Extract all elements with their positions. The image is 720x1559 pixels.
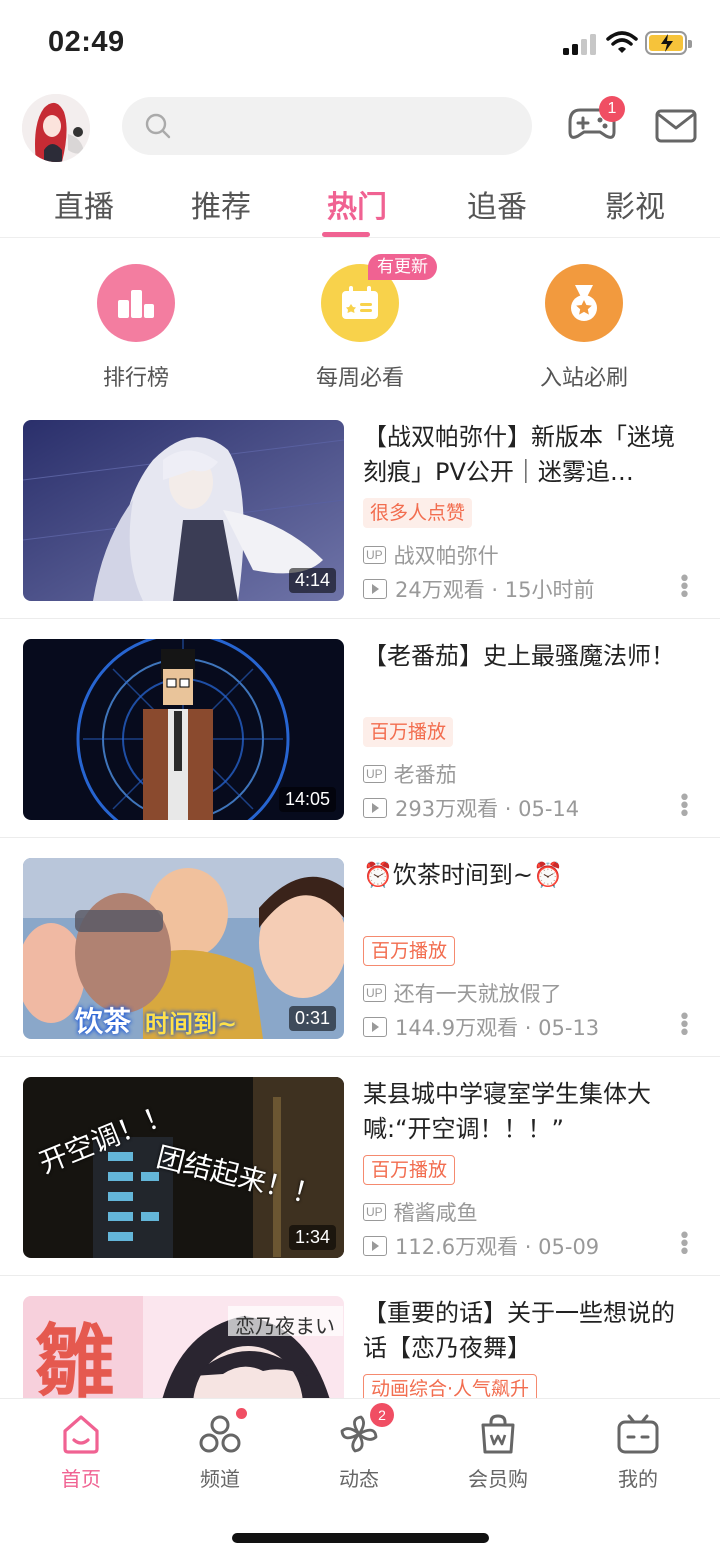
channel-dot-badge (236, 1408, 247, 1419)
tab-live[interactable]: 直播 (34, 182, 134, 226)
quick-link-label: 每周必看 (315, 366, 404, 391)
nav-profile[interactable]: 我的 (578, 1413, 698, 1492)
video-duration: 0:31 (288, 1006, 336, 1031)
quick-link-weekly[interactable]: 每周必看 (270, 264, 450, 392)
tab-recommend[interactable]: 推荐 (171, 182, 271, 226)
podium-icon (97, 264, 175, 342)
quick-link-label: 入站必刷 (539, 366, 628, 391)
user-avatar[interactable] (22, 94, 90, 162)
quick-link-ranking[interactable]: 排行榜 (46, 264, 226, 392)
shopping-bag-icon (481, 1414, 515, 1454)
status-bar: 02:49 (0, 0, 720, 86)
video-card[interactable]: 4:14 【战双帕弥什】新版本「迷境刻痕」PV公开｜迷雾追… 很多人点赞 UP 战… (0, 400, 720, 619)
nav-home[interactable]: 首页 (21, 1413, 141, 1492)
play-count-icon (363, 1236, 387, 1256)
thumbnail-caption: 恋乃夜まい (235, 1314, 335, 1338)
video-thumbnail[interactable]: 开空调！！ 团结起来！！ 1:34 (23, 1077, 344, 1258)
video-tag: 百万播放 (363, 1155, 456, 1185)
video-duration: 14:05 (278, 787, 336, 812)
status-time: 02:49 (48, 26, 125, 58)
video-title[interactable]: 某县城中学寝室学生集体大喊:“开空调！！！” (363, 1077, 693, 1147)
nav-label: 动态 (339, 1467, 379, 1491)
view-row: 24万观看 · 15小时前 (363, 574, 594, 604)
uploader-name: 战双帕弥什 (393, 544, 499, 568)
view-count: 144.9万观看 · 05-13 (395, 1016, 600, 1040)
video-title[interactable]: ⏰饮茶时间到~⏰ (363, 858, 693, 893)
tv-icon (617, 1414, 659, 1454)
view-count: 293万观看 · 05-14 (395, 797, 580, 821)
video-duration: 1:34 (288, 1225, 336, 1250)
uploader-name: 老番茄 (393, 763, 457, 787)
nav-dynamic[interactable]: 动态 (299, 1413, 419, 1492)
nav-label: 首页 (61, 1467, 101, 1491)
video-tag: 很多人点赞 (363, 498, 473, 528)
dynamic-count-badge: 2 (370, 1403, 394, 1427)
nav-label: 我的 (618, 1467, 658, 1491)
up-icon: UP (363, 1203, 386, 1221)
quick-link-label: 排行榜 (102, 366, 169, 391)
play-count-icon (363, 579, 387, 599)
more-options-icon[interactable]: • • • (678, 1007, 691, 1045)
battery-icon (645, 31, 692, 55)
view-row: 112.6万观看 · 05-09 (363, 1231, 599, 1261)
active-tab-indicator (322, 232, 370, 237)
message-icon[interactable] (655, 109, 697, 143)
uploader-row: UP 稽酱咸鱼 (363, 1197, 478, 1227)
uploader-name: 还有一天就放假了 (393, 982, 562, 1006)
quick-links: 排行榜 每周必看 入站必刷 (0, 240, 720, 400)
wifi-icon (606, 31, 638, 53)
video-title[interactable]: 【重要的话】关于一些想说的话【恋乃夜舞】 (363, 1296, 693, 1366)
uploader-row: UP 老番茄 (363, 759, 457, 789)
uploader-name: 稽酱咸鱼 (393, 1201, 478, 1225)
channel-icon (199, 1415, 241, 1453)
video-duration: 4:14 (288, 568, 336, 593)
nav-channel[interactable]: 频道 (160, 1413, 280, 1492)
video-thumbnail[interactable]: 14:05 (23, 639, 344, 820)
video-card[interactable]: 饮茶 时间到~ 0:31 ⏰饮茶时间到~⏰ 百万播放 UP 还有一天就放假了 14… (0, 838, 720, 1057)
tab-anime[interactable]: 追番 (447, 182, 547, 226)
nav-member-shop[interactable]: 会员购 (438, 1413, 558, 1492)
view-row: 144.9万观看 · 05-13 (363, 1012, 599, 1042)
play-count-icon (363, 798, 387, 818)
channel-tabs: 直播 推荐 热门 追番 影视 (0, 166, 720, 238)
home-indicator[interactable] (232, 1533, 489, 1543)
notification-badge: 1 (599, 96, 625, 122)
medal-icon (545, 264, 623, 342)
up-icon: UP (363, 546, 386, 564)
uploader-row: UP 还有一天就放假了 (363, 978, 562, 1008)
cellular-signal-icon (563, 33, 599, 55)
video-card[interactable]: 开空调！！ 团结起来！！ 1:34 某县城中学寝室学生集体大喊:“开空调！！！”… (0, 1057, 720, 1276)
video-thumbnail[interactable]: 饮茶 时间到~ 0:31 (23, 858, 344, 1039)
nav-label: 频道 (200, 1467, 240, 1491)
home-icon (63, 1415, 99, 1454)
nav-label: 会员购 (468, 1467, 528, 1491)
quick-link-must-watch[interactable]: 入站必刷 (494, 264, 674, 392)
up-icon: UP (363, 765, 386, 783)
play-count-icon (363, 1017, 387, 1037)
tab-movies[interactable]: 影视 (585, 182, 685, 226)
video-thumbnail[interactable]: 4:14 (23, 420, 344, 601)
uploader-row: UP 战双帕弥什 (363, 540, 499, 570)
tab-hot[interactable]: 热门 (307, 182, 407, 226)
thumbnail-caption: 时间到~ (145, 1010, 238, 1038)
video-title[interactable]: 【战双帕弥什】新版本「迷境刻痕」PV公开｜迷雾追… (363, 420, 693, 490)
thumbnail-caption: 饮茶 (75, 1005, 132, 1038)
video-tag: 百万播放 (363, 936, 456, 966)
view-row: 293万观看 · 05-14 (363, 793, 579, 823)
view-count: 24万观看 · 15小时前 (395, 578, 595, 602)
search-input[interactable] (122, 97, 532, 155)
more-options-icon[interactable]: • • • (678, 1226, 691, 1264)
more-options-icon[interactable]: • • • (678, 788, 691, 826)
video-card[interactable]: 14:05 【老番茄】史上最骚魔法师！ 百万播放 UP 老番茄 293万观看 · … (0, 619, 720, 838)
thumbnail-caption: 雛 (35, 1315, 115, 1409)
search-icon (145, 113, 171, 139)
up-icon: UP (363, 984, 386, 1002)
more-options-icon[interactable]: • • • (678, 569, 691, 607)
view-count: 112.6万观看 · 05-09 (395, 1235, 600, 1259)
video-title[interactable]: 【老番茄】史上最骚魔法师！ (363, 639, 693, 674)
video-tag: 百万播放 (363, 717, 454, 747)
update-badge: 有更新 (368, 254, 437, 280)
